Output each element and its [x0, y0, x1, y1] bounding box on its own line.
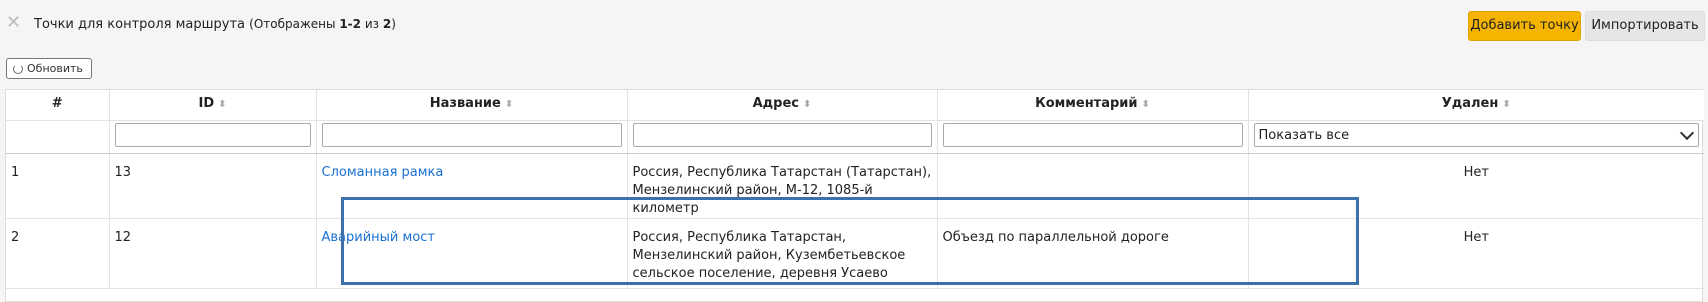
filter-cell-number	[6, 120, 110, 154]
row-address: Россия, Республика Татарстан (Татарстан)…	[627, 153, 938, 219]
column-label: Адрес	[752, 96, 799, 111]
row-number: 2	[6, 218, 110, 289]
row-comment: Объезд по параллельной дороге	[937, 218, 1249, 289]
sort-icon[interactable]: ⬍	[505, 99, 513, 110]
row-deleted: Нет	[1248, 218, 1704, 289]
filter-cell-comment	[937, 120, 1249, 154]
column-header-comment[interactable]: Комментарий ⬍	[937, 90, 1249, 121]
point-name-link[interactable]: Аварийный мост	[322, 230, 436, 245]
sort-icon[interactable]: ⬍	[803, 99, 811, 110]
column-label: #	[51, 96, 63, 111]
filter-address-input[interactable]	[632, 123, 932, 147]
header-bar: ✕ Точки для контроля маршрута (Отображен…	[0, 0, 1708, 50]
row-name: Аварийный мост	[316, 218, 628, 289]
points-table: # ID ⬍ Название ⬍ Адрес ⬍ Комментарий ⬍ Удал…	[5, 89, 1704, 302]
table-row: 2 12 Аварийный мост Россия, Республика Т…	[6, 218, 1704, 289]
count-prefix: (Отображены	[249, 17, 340, 31]
close-icon[interactable]: ✕	[6, 14, 24, 32]
refresh-icon	[13, 63, 23, 74]
filter-cell-address	[627, 120, 938, 154]
row-id: 12	[109, 218, 317, 289]
page-title: Точки для контроля маршрута (Отображены …	[34, 17, 396, 32]
column-label: Название	[429, 96, 501, 111]
row-deleted: Нет	[1248, 153, 1704, 219]
filter-cell-deleted: Показать все	[1248, 120, 1704, 154]
record-count: (Отображены 1-2 из 2)	[249, 17, 396, 31]
column-header-number: #	[6, 90, 110, 121]
sort-icon[interactable]: ⬍	[218, 99, 226, 110]
count-suffix: )	[391, 17, 396, 31]
filter-cell-id	[109, 120, 317, 154]
row-id: 13	[109, 153, 317, 219]
row-address: Россия, Республика Татарстан, Мензелинск…	[627, 218, 938, 289]
filter-comment-input[interactable]	[942, 123, 1243, 147]
filter-cell-name	[316, 120, 628, 154]
row-name: Сломанная рамка	[316, 153, 628, 219]
column-label: Комментарий	[1035, 96, 1138, 111]
column-header-address[interactable]: Адрес ⬍	[627, 90, 938, 121]
count-of: из	[361, 17, 383, 31]
sort-icon[interactable]: ⬍	[1142, 99, 1150, 110]
table-row: 1 13 Сломанная рамка Россия, Республика …	[6, 153, 1704, 219]
filter-id-input[interactable]	[114, 123, 311, 147]
filter-deleted-select[interactable]: Показать все	[1253, 123, 1699, 147]
row-number: 1	[6, 153, 110, 219]
row-comment	[937, 153, 1249, 219]
import-button[interactable]: Импортировать	[1585, 11, 1705, 41]
column-label: Удален	[1441, 96, 1499, 111]
add-point-button[interactable]: Добавить точку	[1468, 11, 1581, 41]
refresh-label: Обновить	[27, 62, 83, 75]
column-header-id[interactable]: ID ⬍	[109, 90, 317, 121]
filter-deleted-value: Показать все	[1258, 127, 1350, 143]
column-label: ID	[198, 96, 215, 111]
count-total: 2	[382, 17, 392, 31]
refresh-button[interactable]: Обновить	[6, 58, 92, 79]
column-header-name[interactable]: Название ⬍	[316, 90, 628, 121]
chevron-down-icon	[1679, 125, 1695, 141]
sort-icon[interactable]: ⬍	[1502, 99, 1510, 110]
count-range: 1-2	[339, 17, 362, 31]
filter-name-input[interactable]	[321, 123, 622, 147]
column-header-deleted[interactable]: Удален ⬍	[1248, 90, 1704, 121]
point-name-link[interactable]: Сломанная рамка	[322, 165, 444, 180]
page-title-text: Точки для контроля маршрута	[34, 17, 246, 32]
